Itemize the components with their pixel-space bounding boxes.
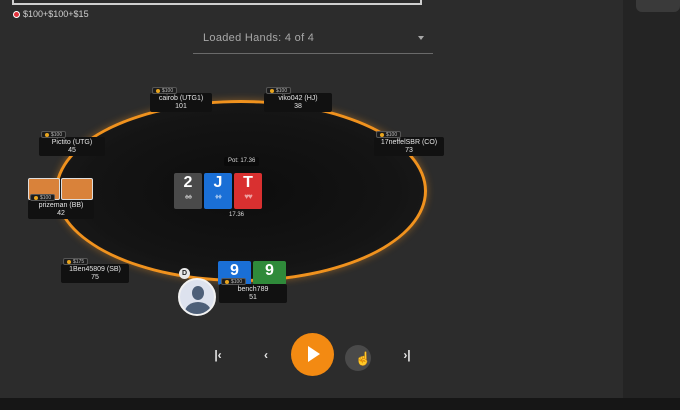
hand-replayer: $100+$100+$15 Loaded Hands: 4 of 4 Pot: … [0, 0, 680, 410]
hero-card-2: 9 [253, 261, 286, 285]
board-card-2: J ♦♦ [204, 173, 232, 209]
card-rank: J [213, 174, 223, 191]
player-name: prizeman (BB) [38, 202, 84, 209]
seat-co[interactable]: $100 17neffelSBR (CO) 73 [374, 131, 444, 156]
first-hand-button[interactable]: |‹ [211, 348, 225, 362]
player-stack: 73 [405, 147, 413, 154]
seat-utg[interactable]: $100 Pictito (UTG) 45 [39, 131, 105, 156]
pot-label: Pot: 17.36 [224, 157, 260, 166]
bet-chip: $100 [41, 131, 67, 138]
pot-amount: 17.36 [229, 212, 245, 218]
player-name: viko042 (HJ) [278, 95, 318, 102]
avatar-head [192, 286, 204, 300]
card-suit: ♥♥ [244, 192, 252, 201]
bottom-bar [0, 398, 680, 410]
right-panel-tab[interactable] [636, 0, 680, 12]
player-stack: 45 [68, 147, 76, 154]
bet-chip: $100 [376, 131, 402, 138]
card-rank: 9 [265, 262, 274, 279]
seat-sb[interactable]: $175 1Ben45809 (SB) 75 [61, 258, 129, 283]
seat-bb[interactable]: $100 prizeman (BB) 42 [28, 194, 94, 219]
board-card-1: 2 ♠♠ [174, 173, 202, 209]
avatar [178, 278, 216, 316]
play-button[interactable] [291, 333, 334, 376]
board-card-3: T ♥♥ [234, 173, 262, 209]
player-name: cairob (UTG1) [158, 95, 204, 102]
last-hand-button[interactable]: ›| [399, 348, 415, 362]
bet-chip: $100 [266, 87, 292, 94]
player-name: 1Ben45809 (SB) [69, 266, 121, 273]
play-icon [308, 346, 320, 362]
player-name: bench789 [237, 286, 269, 293]
hand-cursor-icon: ☝ [355, 351, 372, 366]
bb-card-back-2 [61, 178, 93, 200]
player-stack: 75 [91, 274, 99, 281]
loaded-hands-select[interactable]: Loaded Hands: 4 of 4 [193, 26, 433, 54]
stakes-label: $100+$100+$15 [13, 9, 89, 19]
card-rank: T [243, 174, 253, 191]
seat-utg1[interactable]: $100 cairob (UTG1) 101 [150, 87, 212, 112]
card-suit: ♠♠ [184, 192, 192, 201]
player-stack: 38 [294, 103, 302, 110]
player-stack: 42 [57, 210, 65, 217]
bet-chip: $100 [221, 278, 247, 285]
player-stack: 51 [249, 294, 257, 301]
stakes-text: $100+$100+$15 [23, 9, 89, 19]
seat-hero[interactable]: $100 bench789 51 [219, 278, 287, 303]
card-suit: ♦♦ [214, 192, 222, 201]
loaded-hands-label: Loaded Hands: 4 of 4 [203, 32, 315, 44]
chip-icon [13, 10, 20, 18]
bet-chip: $175 [63, 258, 89, 265]
avatar-body [185, 302, 211, 314]
player-name: Pictito (UTG) [51, 139, 93, 146]
chevron-down-icon [418, 36, 424, 40]
player-stack: 101 [175, 103, 187, 110]
dealer-button: D [179, 268, 190, 279]
player-name: 17neffelSBR (CO) [380, 139, 438, 146]
bet-chip: $100 [152, 87, 178, 94]
bet-chip: $100 [30, 194, 56, 201]
card-rank: 2 [183, 174, 193, 191]
top-frame-edge [12, 0, 422, 5]
right-side-panel [623, 0, 680, 400]
previous-button[interactable]: ‹ [261, 348, 271, 362]
seat-hj[interactable]: $100 viko042 (HJ) 38 [264, 87, 332, 112]
